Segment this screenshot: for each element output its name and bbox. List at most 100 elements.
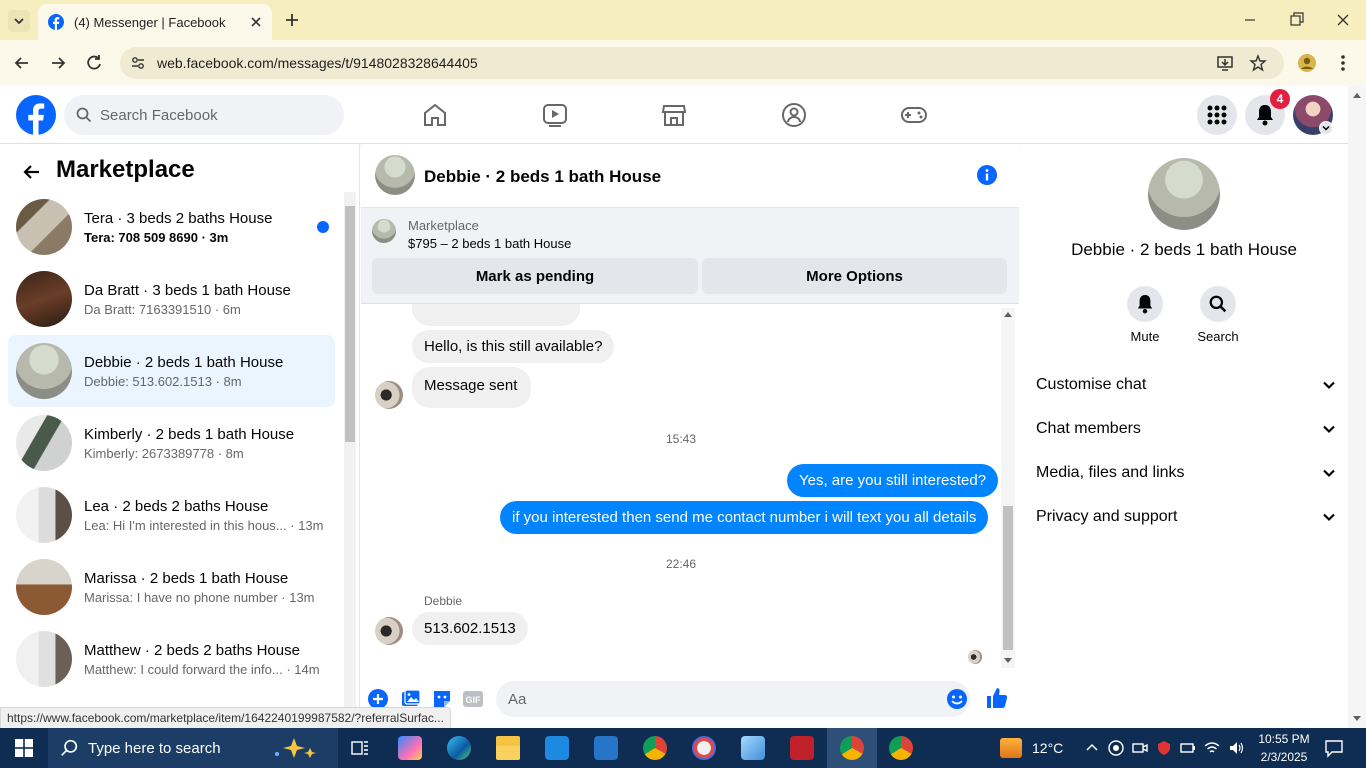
accordion-privacy-support[interactable]: Privacy and support [1036, 497, 1336, 537]
search-icon [61, 739, 78, 756]
conversation-item[interactable]: Da Bratt · 3 beds 1 bath House Da Bratt:… [8, 263, 335, 335]
sidebar-scrollbar[interactable] [344, 192, 356, 728]
clock-date[interactable]: 2/3/2025 [1256, 750, 1312, 764]
send-like-button[interactable] [985, 686, 1009, 710]
scroll-down-icon[interactable] [1353, 716, 1361, 722]
clock-time[interactable]: 10:55 PM [1256, 732, 1312, 746]
tray-icons[interactable] [1108, 739, 1248, 757]
more-options-button[interactable]: More Options [702, 258, 1007, 294]
conversation-item-selected[interactable]: Debbie · 2 beds 1 bath House Debbie: 513… [8, 335, 335, 407]
scroll-up-icon[interactable] [1004, 311, 1012, 317]
conversation-item[interactable]: Marissa · 2 beds 1 bath House Marissa: I… [8, 551, 335, 623]
facebook-logo[interactable] [16, 95, 56, 135]
chrome-taskbar-icon[interactable] [643, 736, 667, 760]
scroll-down-icon[interactable] [1004, 658, 1012, 664]
conversation-item[interactable]: Tera · 3 beds 2 baths House Tera: 708 50… [8, 191, 335, 263]
window-close-button[interactable] [1333, 10, 1353, 30]
emoji-icon[interactable] [946, 688, 968, 710]
contact-avatar[interactable] [375, 381, 403, 409]
message-bubble[interactable]: Message sent [412, 367, 532, 408]
reload-button[interactable] [84, 53, 104, 73]
tab-title: (4) Messenger | Facebook [74, 14, 226, 30]
accordion-customise-chat[interactable]: Customise chat [1036, 365, 1336, 405]
address-bar[interactable]: web.facebook.com/messages/t/914802832864… [120, 47, 1284, 79]
conversation-title: Tera · 3 beds 2 baths House [84, 209, 273, 227]
notification-center-button[interactable] [1324, 738, 1344, 758]
scrollbar-thumb[interactable] [345, 206, 355, 442]
chat-title[interactable]: Debbie · 2 beds 1 bath House [424, 167, 661, 187]
star-icon[interactable] [1249, 54, 1267, 72]
menu-button[interactable] [1197, 95, 1237, 135]
accordion-label: Privacy and support [1036, 508, 1178, 525]
task-view-button[interactable] [350, 738, 370, 758]
facebook-search-input[interactable]: Search Facebook [64, 95, 344, 135]
nav-marketplace[interactable] [660, 101, 688, 129]
scroll-up-icon[interactable] [1353, 92, 1361, 98]
nav-gaming[interactable] [900, 101, 928, 129]
chrome-taskbar-icon-active[interactable] [840, 736, 864, 760]
conversation-info-button[interactable] [977, 165, 997, 185]
nav-video[interactable] [541, 101, 569, 129]
chrome-taskbar-icon[interactable] [889, 736, 913, 760]
browser-menu-button[interactable] [1335, 53, 1351, 73]
listing-thumbnail[interactable] [372, 219, 396, 243]
search-in-chat-button[interactable] [1200, 286, 1236, 322]
recorder-taskbar-icon[interactable] [790, 736, 814, 760]
weather-icon[interactable] [1000, 738, 1022, 758]
search-icon [76, 107, 92, 123]
browser-tab[interactable]: (4) Messenger | Facebook [38, 4, 272, 40]
app-taskbar-icon[interactable] [692, 736, 716, 760]
start-button[interactable] [15, 739, 33, 757]
message-bubble[interactable]: 513.602.1513 [412, 612, 528, 645]
message-input[interactable]: Aa [496, 681, 970, 717]
new-tab-button[interactable] [282, 10, 302, 30]
info-icon [977, 165, 997, 185]
thread-scrollbar[interactable] [1001, 308, 1015, 668]
grid-menu-icon [1207, 105, 1227, 125]
app-taskbar-icon[interactable] [741, 736, 765, 760]
store-taskbar-icon[interactable] [545, 736, 569, 760]
mute-button[interactable] [1127, 286, 1163, 322]
file-explorer-taskbar-icon[interactable] [496, 736, 520, 760]
message-bubble-sent[interactable]: if you interested then send me contact n… [500, 501, 989, 534]
forward-button[interactable] [48, 53, 68, 73]
install-app-icon[interactable] [1216, 54, 1234, 72]
page-scrollbar[interactable] [1348, 86, 1366, 728]
gif-button[interactable]: GIF [462, 689, 484, 709]
message-bubble-sent[interactable]: Yes, are you still interested? [787, 464, 999, 497]
seen-receipt-avatar [968, 650, 982, 664]
tab-search-button[interactable] [8, 10, 30, 32]
close-icon[interactable] [250, 16, 262, 28]
scrollbar-thumb[interactable] [1003, 506, 1013, 650]
conversation-item[interactable]: Lea · 2 beds 2 baths House Lea: Hi I'm i… [8, 479, 335, 551]
tray-chevron-button[interactable] [1085, 741, 1099, 755]
conversation-item[interactable]: Matthew · 2 beds 2 baths House Matthew: … [8, 623, 335, 695]
chat-avatar[interactable] [375, 155, 415, 195]
profile-button[interactable] [1297, 53, 1317, 73]
listing-price[interactable]: $795 – 2 beds 1 bath House [408, 236, 571, 251]
accordion-media-files-links[interactable]: Media, files and links [1036, 453, 1336, 493]
temperature-text[interactable]: 12°C [1032, 740, 1063, 756]
edge-taskbar-icon[interactable] [447, 736, 471, 760]
copilot-taskbar-icon[interactable] [398, 736, 422, 760]
mail-taskbar-icon[interactable] [594, 736, 618, 760]
conversation-snippet: Lea: Hi I'm interested in this hous... ·… [84, 517, 324, 533]
sidebar-title: Marketplace [56, 156, 195, 183]
conversation-item[interactable]: Kimberly · 2 beds 1 bath House Kimberly:… [8, 407, 335, 479]
nav-groups[interactable] [780, 101, 808, 129]
taskbar-search[interactable]: Type here to search [48, 728, 338, 768]
search-label: Search [1197, 329, 1239, 344]
message-bubble[interactable]: Hello, is this still available? [412, 330, 615, 363]
site-info-icon[interactable] [130, 55, 146, 71]
listing-thumbnail [16, 199, 72, 255]
sidebar-back-button[interactable] [22, 162, 42, 182]
contact-avatar[interactable] [375, 617, 403, 645]
accordion-chat-members[interactable]: Chat members [1036, 409, 1336, 449]
details-avatar[interactable] [1148, 158, 1220, 230]
nav-home[interactable] [421, 101, 449, 129]
back-button[interactable] [12, 53, 32, 73]
window-minimize-button[interactable] [1240, 12, 1260, 28]
window-restore-button[interactable] [1287, 10, 1307, 30]
account-chevron[interactable] [1319, 121, 1333, 135]
mark-pending-button[interactable]: Mark as pending [372, 258, 698, 294]
